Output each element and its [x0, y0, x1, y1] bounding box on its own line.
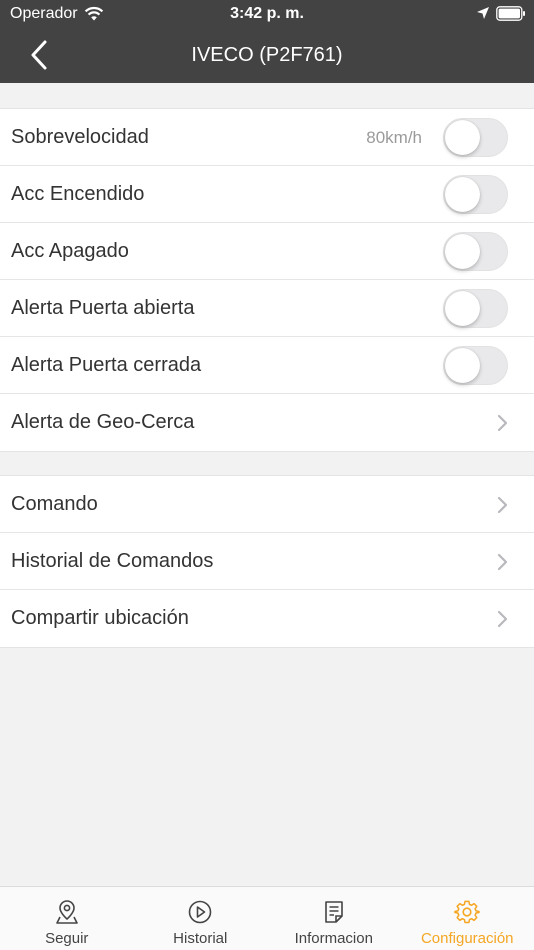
row-label: Alerta Puerta abierta [11, 297, 195, 319]
chevron-right-icon [497, 496, 508, 514]
tab-label: Historial [173, 930, 228, 947]
toggle-knob [445, 291, 480, 326]
toggle-knob [445, 234, 480, 269]
clock: 3:42 p. m. [230, 5, 304, 22]
row-puerta-cerrada[interactable]: Alerta Puerta cerrada [0, 337, 534, 394]
row-label: Comando [11, 493, 98, 515]
row-sobrevelocidad[interactable]: Sobrevelocidad 80km/h [0, 109, 534, 166]
document-icon [324, 901, 343, 923]
tab-informacion[interactable]: Informacion [267, 887, 401, 950]
commands-list: Comando Historial de Comandos Compartir … [0, 475, 534, 648]
map-pin-icon [55, 900, 78, 924]
tab-configuracion[interactable]: Configuración [401, 887, 534, 950]
chevron-right-icon [497, 414, 508, 432]
tab-seguir[interactable]: Seguir [0, 887, 134, 950]
toggle-knob [445, 177, 480, 212]
row-historial-comandos[interactable]: Historial de Comandos [0, 533, 534, 590]
row-compartir-ubicacion[interactable]: Compartir ubicación [0, 590, 534, 647]
acc-apagado-toggle[interactable] [443, 232, 508, 271]
row-comando[interactable]: Comando [0, 476, 534, 533]
toggle-knob [445, 348, 480, 383]
chevron-right-icon [497, 553, 508, 571]
row-label: Compartir ubicación [11, 607, 189, 629]
location-arrow-icon [477, 7, 489, 19]
row-acc-apagado[interactable]: Acc Apagado [0, 223, 534, 280]
tab-label: Seguir [45, 930, 89, 947]
acc-encendido-toggle[interactable] [443, 175, 508, 214]
chevron-right-icon [497, 610, 508, 628]
tab-historial[interactable]: Historial [134, 887, 268, 950]
row-label: Acc Encendido [11, 183, 145, 205]
row-label: Historial de Comandos [11, 550, 214, 572]
row-label: Alerta de Geo-Cerca [11, 411, 195, 433]
tab-bar: Seguir Historial Informacion Configuraci… [0, 886, 534, 950]
row-puerta-abierta[interactable]: Alerta Puerta abierta [0, 280, 534, 337]
row-label: Acc Apagado [11, 240, 129, 262]
puerta-cerrada-toggle[interactable] [443, 346, 508, 385]
play-circle-icon [188, 900, 212, 924]
tab-label: Informacion [294, 930, 373, 947]
gear-icon [454, 900, 480, 924]
page-title: IVECO (P2F761) [191, 44, 343, 66]
tab-label: Configuración [420, 930, 514, 947]
nav-bar: IVECO (P2F761) [0, 28, 534, 83]
row-label: Sobrevelocidad [11, 126, 149, 148]
battery-icon [496, 6, 525, 21]
sobrevelocidad-toggle[interactable] [443, 118, 508, 157]
row-acc-encendido[interactable]: Acc Encendido [0, 166, 534, 223]
puerta-abierta-toggle[interactable] [443, 289, 508, 328]
row-label: Alerta Puerta cerrada [11, 354, 202, 376]
speed-limit-value: 80km/h [366, 128, 422, 147]
toggle-knob [445, 120, 480, 155]
status-bar: Operador 3:42 p. m. [0, 0, 534, 28]
alerts-list: Sobrevelocidad 80km/h Acc Encendido Acc … [0, 108, 534, 452]
row-geo-cerca[interactable]: Alerta de Geo-Cerca [0, 394, 534, 451]
